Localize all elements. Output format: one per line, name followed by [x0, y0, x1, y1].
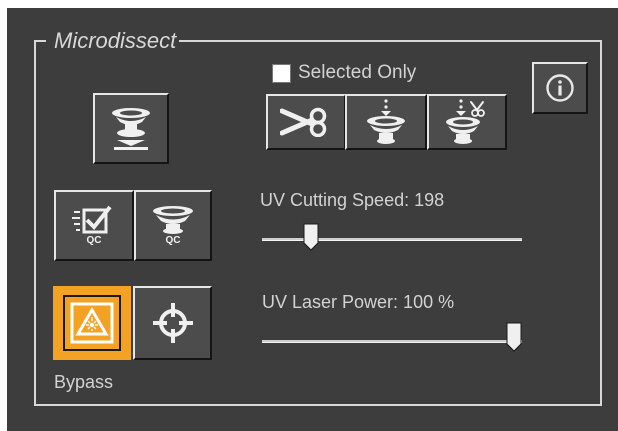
qc-label: QC	[86, 235, 102, 246]
selected-only-label: Selected Only	[298, 62, 417, 83]
qc-checklist-icon	[72, 205, 112, 234]
laser-bypass-button[interactable]	[53, 286, 131, 360]
qc-cap-icon	[153, 206, 193, 234]
bypass-label: Bypass	[54, 372, 114, 392]
info-button[interactable]	[532, 62, 588, 114]
crosshair-button[interactable]	[133, 286, 212, 360]
uv-cutting-speed-track[interactable]	[262, 238, 522, 241]
qc-label: QC	[165, 235, 181, 246]
stage-lower-button[interactable]	[93, 93, 169, 164]
drop-button[interactable]	[345, 94, 427, 150]
drop-to-cap-icon	[367, 99, 405, 144]
group-title: Microdissect	[46, 29, 180, 53]
uv-laser-power-label: UV Laser Power: 100 %	[262, 292, 455, 312]
uv-cutting-speed-label: UV Cutting Speed: 198	[260, 190, 445, 210]
crosshair-icon	[152, 303, 193, 343]
qc-checklist-button[interactable]: QC	[54, 190, 134, 261]
laser-bypass-icon	[70, 302, 114, 344]
cut-and-drop-button[interactable]	[427, 94, 507, 150]
uv-laser-power-track[interactable]	[262, 340, 522, 343]
uv-laser-power-thumb[interactable]	[506, 322, 522, 352]
selected-only-checkbox[interactable]	[272, 64, 291, 83]
cut-and-drop-icon	[446, 99, 485, 144]
info-icon	[546, 74, 574, 102]
scissors-icon	[280, 107, 327, 137]
uv-cutting-speed-thumb[interactable]	[303, 223, 319, 251]
qc-cap-button[interactable]: QC	[134, 190, 212, 261]
stage-lower-icon	[112, 107, 150, 150]
cut-button[interactable]	[266, 94, 346, 150]
